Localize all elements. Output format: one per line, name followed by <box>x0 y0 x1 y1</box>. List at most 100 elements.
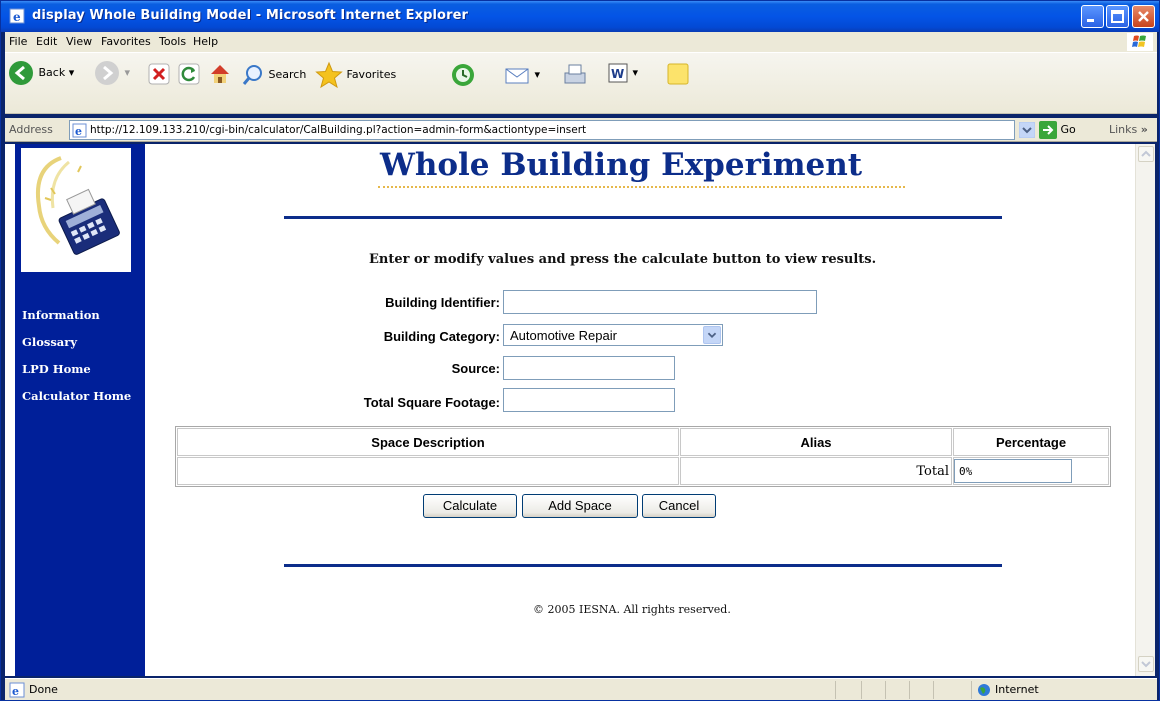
back-button[interactable]: Back ▾ <box>7 59 74 87</box>
svg-text:e: e <box>75 125 82 138</box>
status-bar: e Done Internet <box>5 678 1157 700</box>
svg-text:W: W <box>611 67 624 81</box>
building-identifier-input[interactable] <box>503 290 817 314</box>
close-icon <box>1138 11 1149 22</box>
chevron-up-icon <box>1141 150 1151 157</box>
chevron-down-icon: ▾ <box>632 66 639 79</box>
total-percentage-input[interactable] <box>954 459 1072 483</box>
title-underline <box>378 186 905 188</box>
sidebar: Information Glossary LPD Home Calculator… <box>15 144 145 676</box>
chevron-down-icon: ▾ <box>534 68 541 81</box>
print-icon[interactable] <box>561 61 589 89</box>
refresh-icon[interactable] <box>177 62 201 86</box>
chevron-down-icon: ▾ <box>68 66 75 79</box>
building-category-value: Automotive Repair <box>510 328 617 343</box>
home-icon[interactable] <box>207 61 233 87</box>
edit-word-button[interactable]: W ▾ <box>607 62 638 84</box>
header-alias: Alias <box>680 428 952 456</box>
header-space-description: Space Description <box>177 428 679 456</box>
nav-lpd-home-link[interactable]: LPD Home <box>22 362 91 376</box>
back-icon <box>9 61 33 85</box>
chevron-down-icon <box>703 326 721 344</box>
ie-page-icon: e <box>9 8 25 24</box>
header-percentage: Percentage <box>953 428 1109 456</box>
chevron-down-icon: ▾ <box>124 66 131 79</box>
add-space-button[interactable]: Add Space <box>522 494 638 518</box>
menu-edit[interactable]: Edit <box>36 35 57 48</box>
address-label: Address <box>9 123 53 136</box>
bottom-divider <box>284 564 1002 567</box>
messenger-note-icon[interactable] <box>665 61 691 87</box>
maximize-icon <box>1111 10 1124 23</box>
status-separator <box>971 681 972 699</box>
instruction-text: Enter or modify values and press the cal… <box>369 252 877 267</box>
mail-button[interactable]: ▾ <box>503 61 540 89</box>
table-row: Total <box>177 457 1109 485</box>
go-label: Go <box>1060 123 1076 136</box>
nav-calculator-home-link[interactable]: Calculator Home <box>22 389 131 403</box>
total-label: Total <box>680 457 952 485</box>
total-square-footage-label: Total Square Footage: <box>363 395 500 410</box>
scroll-up-button[interactable] <box>1138 146 1154 162</box>
menu-bar: File Edit View Favorites Tools Help <box>5 32 1157 52</box>
source-label: Source: <box>451 361 500 376</box>
page-title: Whole Building Experiment <box>380 147 863 183</box>
favorites-button[interactable]: Favorites <box>315 61 396 89</box>
svg-text:e: e <box>13 10 21 24</box>
space-description-cell <box>177 457 679 485</box>
word-icon: W <box>608 63 628 83</box>
stop-icon[interactable] <box>147 62 171 86</box>
menu-view[interactable]: View <box>66 35 92 48</box>
security-zone: Internet <box>995 683 1039 696</box>
vertical-scrollbar[interactable] <box>1135 144 1155 676</box>
status-text: Done <box>29 683 58 696</box>
forward-icon <box>95 61 119 85</box>
building-identifier-label: Building Identifier: <box>385 295 500 310</box>
search-label: Search <box>268 68 307 81</box>
window-title: display Whole Building Model - Microsoft… <box>32 8 469 23</box>
copyright-text: © 2005 IESNA. All rights reserved. <box>533 603 731 616</box>
links-label: Links <box>1109 123 1138 136</box>
status-separator <box>909 681 910 699</box>
building-category-select[interactable]: Automotive Repair <box>503 324 723 346</box>
total-square-footage-input[interactable] <box>503 388 675 412</box>
links-button[interactable]: Links » <box>1109 123 1148 136</box>
spaces-table: Space Description Alias Percentage Total <box>175 426 1111 487</box>
title-bar: e display Whole Building Model - Microso… <box>1 1 1159 32</box>
scroll-down-button[interactable] <box>1138 656 1154 672</box>
source-input[interactable] <box>503 356 675 380</box>
page-content: Information Glossary LPD Home Calculator… <box>5 144 1135 676</box>
history-icon[interactable] <box>449 61 477 89</box>
close-button[interactable] <box>1132 5 1155 28</box>
status-separator <box>933 681 934 699</box>
maximize-button[interactable] <box>1106 5 1129 28</box>
menu-file[interactable]: File <box>9 35 27 48</box>
mail-icon <box>505 68 529 84</box>
nav-glossary-link[interactable]: Glossary <box>22 335 77 349</box>
top-divider <box>284 216 1002 219</box>
chevron-right-double-icon: » <box>1140 123 1148 136</box>
building-category-label: Building Category: <box>383 329 500 344</box>
browser-window: e display Whole Building Model - Microso… <box>0 0 1160 701</box>
calculator-icon <box>36 156 120 255</box>
go-button[interactable]: Go <box>1039 121 1076 139</box>
favorites-star-icon <box>315 61 343 89</box>
address-input[interactable]: e http://12.109.133.210/cgi-bin/calculat… <box>69 120 1015 140</box>
nav-information-link[interactable]: Information <box>22 308 100 322</box>
menu-favorites[interactable]: Favorites <box>101 35 151 48</box>
address-dropdown-icon[interactable] <box>1019 122 1035 138</box>
menu-tools[interactable]: Tools <box>159 35 186 48</box>
svg-text:e: e <box>12 685 19 698</box>
forward-button[interactable]: ▾ <box>93 59 130 87</box>
menu-help[interactable]: Help <box>193 35 218 48</box>
status-separator <box>835 681 836 699</box>
ie-page-icon: e <box>72 123 87 138</box>
ie-page-icon: e <box>9 682 25 698</box>
windows-logo-icon <box>1127 33 1153 51</box>
cancel-button[interactable]: Cancel <box>642 494 716 518</box>
favorites-label: Favorites <box>346 68 397 81</box>
minimize-button[interactable] <box>1081 5 1104 28</box>
calculate-button[interactable]: Calculate <box>423 494 517 518</box>
search-button[interactable]: Search <box>241 63 306 87</box>
calculator-lightbulb-logo <box>21 148 131 272</box>
